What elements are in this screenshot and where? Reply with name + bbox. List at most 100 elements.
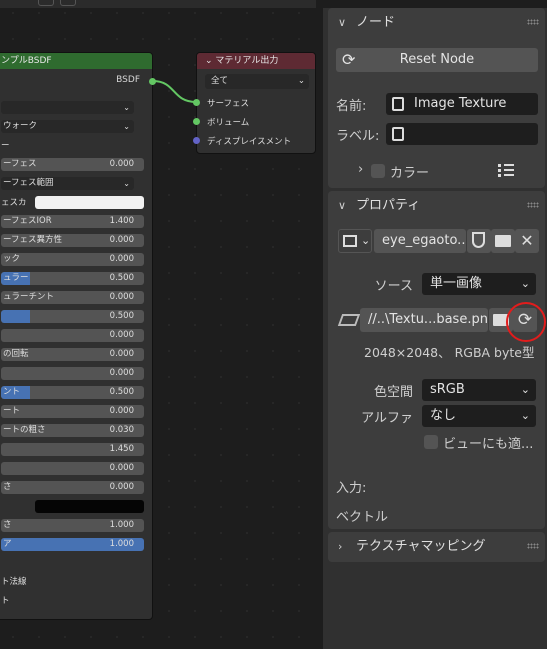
- bsdf-slider-value: 0.030: [109, 425, 134, 435]
- bsdf-slider-label: ック: [3, 254, 21, 264]
- drag-grip-icon[interactable]: [527, 19, 539, 25]
- bsdf-slider[interactable]: 1.450: [1, 443, 144, 456]
- alpha-label: アルファ: [361, 411, 413, 426]
- bsdf-slider-value: 1.000: [109, 520, 134, 530]
- collapse-icon[interactable]: ⌄: [205, 56, 215, 66]
- name-field[interactable]: Image Texture: [386, 93, 538, 115]
- bsdf-slider-label: ーフェス: [3, 159, 37, 169]
- bsdf-slider-label: ートの粗さ: [3, 425, 46, 435]
- chevron-down-icon: ⌄: [123, 179, 130, 188]
- chevron-right-icon: ›: [338, 540, 343, 553]
- bsdf-slider[interactable]: ート 0.000: [1, 405, 144, 418]
- image-icon: [343, 235, 357, 247]
- material-output-title: ⌄ マテリアル出力: [197, 53, 315, 69]
- colorspace-dropdown[interactable]: sRGB ⌄: [422, 379, 536, 401]
- properties-panel-header[interactable]: ∨ プロパティ: [328, 191, 545, 221]
- bsdf-slider[interactable]: ーフェスIOR 1.400: [1, 215, 144, 228]
- bsdf-slider[interactable]: ートの粗さ 0.030: [1, 424, 144, 437]
- unlink-close-icon[interactable]: ✕: [515, 229, 539, 253]
- bsdf-socket-label: ト法線: [1, 577, 27, 587]
- volume-input-socket[interactable]: [193, 118, 200, 125]
- bsdf-node-title: ンプルBSDF: [0, 53, 152, 69]
- bsdf-slider-value: 0.000: [109, 330, 134, 340]
- bsdf-color-row: ェスカ: [1, 196, 144, 209]
- bsdf-slider[interactable]: ック 0.000: [1, 253, 144, 266]
- color-subpanel-chevron-icon[interactable]: ›: [358, 162, 363, 177]
- color-swatch[interactable]: [35, 500, 144, 513]
- open-folder-icon[interactable]: [491, 229, 515, 253]
- bsdf-slider-value: 0.000: [109, 159, 134, 169]
- bsdf-slider-value: 0.500: [109, 311, 134, 321]
- bsdf-slider[interactable]: ーフェス異方性 0.000: [1, 234, 144, 247]
- bsdf-dropdown[interactable]: ウォーク ⌄: [1, 120, 134, 133]
- bsdf-slider-value: 0.000: [109, 482, 134, 492]
- bsdf-slider[interactable]: ント 0.500: [1, 386, 144, 399]
- material-output-node[interactable]: ⌄ マテリアル出力 全て ⌄ サーフェス ボリューム ディスプレイスメント: [196, 52, 316, 154]
- bsdf-slider[interactable]: 0.000: [1, 329, 144, 342]
- list-presets-icon[interactable]: [498, 163, 514, 177]
- chevron-down-icon: ⌄: [520, 409, 530, 422]
- properties-panel: ∨ プロパティ ⌄ eye_egaoto... ✕ ソース 単一画像 ⌄ //..…: [328, 191, 545, 529]
- drag-grip-icon[interactable]: [527, 202, 539, 208]
- view-as-render-label: ビューにも適...: [443, 437, 534, 452]
- surface-input-socket[interactable]: [193, 99, 200, 106]
- bsdf-slider-value: 0.000: [109, 406, 134, 416]
- label-field[interactable]: [386, 123, 538, 145]
- bsdf-slider-value: 0.000: [109, 368, 134, 378]
- chevron-down-icon: ∨: [338, 199, 347, 212]
- label-label: ラベル:: [336, 129, 380, 144]
- bsdf-slider[interactable]: 0.500: [1, 310, 144, 323]
- bsdf-slider[interactable]: さ 0.000: [1, 481, 144, 494]
- reset-icon: ⟳: [342, 50, 356, 69]
- render-target-dropdown[interactable]: 全て ⌄: [205, 74, 309, 89]
- chevron-down-icon: ⌄: [297, 76, 305, 86]
- bsdf-slider[interactable]: ーフェス 0.000: [1, 158, 144, 171]
- node-icon: [392, 127, 404, 141]
- bsdf-slider[interactable]: ュラーチント 0.000: [1, 291, 144, 304]
- bsdf-slider-value: 1.450: [109, 444, 134, 454]
- bsdf-slider[interactable]: 0.000: [1, 367, 144, 380]
- bsdf-color-label: ェスカ: [1, 198, 27, 208]
- blender-node-editor: { "bsdf_node": { "title": "ンプルBSDF", "ou…: [0, 0, 547, 649]
- socket-volume-label: ボリューム: [207, 118, 250, 128]
- bsdf-slider-value: 0.000: [109, 235, 134, 245]
- bsdf-slider[interactable]: ュラー 0.500: [1, 272, 144, 285]
- bsdf-dropdown[interactable]: ⌄: [1, 101, 134, 114]
- image-name-field[interactable]: eye_egaoto...: [374, 229, 466, 253]
- drag-grip-icon[interactable]: [527, 543, 539, 549]
- image-browse-button[interactable]: ⌄: [338, 229, 372, 253]
- bsdf-dropdown-label: ウォーク: [3, 121, 38, 131]
- principled-bsdf-node[interactable]: ンプルBSDF BSDF ⌄ ウォーク ⌄ ーーフェス 0.000 ーフェス範囲 ⌄ ェスカー…: [0, 52, 153, 620]
- input-label: 入力:: [336, 481, 367, 496]
- texture-mapping-header[interactable]: › テクスチャマッピング: [328, 532, 545, 562]
- view-as-render-checkbox[interactable]: [424, 435, 438, 449]
- chevron-down-icon: ⌄: [361, 234, 371, 247]
- filepath-field[interactable]: //..\Textu...base.png: [360, 308, 488, 332]
- bsdf-slider[interactable]: 0.000: [1, 462, 144, 475]
- texture-mapping-panel: › テクスチャマッピング: [328, 532, 545, 562]
- bsdf-socket-label: ー: [1, 141, 10, 151]
- bsdf-slider[interactable]: ア 1.000: [1, 538, 144, 551]
- bsdf-color-row: [1, 500, 144, 513]
- bsdf-output-socket[interactable]: [149, 78, 156, 85]
- bsdf-slider-value: 0.500: [109, 273, 134, 283]
- alpha-dropdown[interactable]: なし ⌄: [422, 405, 536, 427]
- chevron-down-icon: ⌄: [520, 277, 530, 290]
- color-checkbox[interactable]: [371, 164, 385, 178]
- bsdf-dropdown[interactable]: ーフェス範囲 ⌄: [1, 177, 134, 190]
- color-swatch[interactable]: [35, 196, 144, 209]
- node-panel-header[interactable]: ∨ ノード: [328, 8, 545, 38]
- socket-surface-label: サーフェス: [207, 99, 249, 109]
- image-source-icon: [337, 314, 361, 326]
- chevron-down-icon: ∨: [338, 16, 347, 29]
- vector-label: ベクトル: [336, 510, 389, 525]
- chevron-down-icon: ⌄: [123, 103, 130, 112]
- reset-node-button[interactable]: ⟳ Reset Node: [336, 48, 538, 72]
- fake-user-shield-icon[interactable]: [467, 229, 491, 253]
- bsdf-slider-label: ント: [3, 387, 21, 397]
- name-label: 名前:: [336, 99, 367, 114]
- bsdf-slider[interactable]: さ 1.000: [1, 519, 144, 532]
- bsdf-slider[interactable]: の回転 0.000: [1, 348, 144, 361]
- source-dropdown[interactable]: 単一画像 ⌄: [422, 273, 536, 295]
- displacement-input-socket[interactable]: [193, 137, 200, 144]
